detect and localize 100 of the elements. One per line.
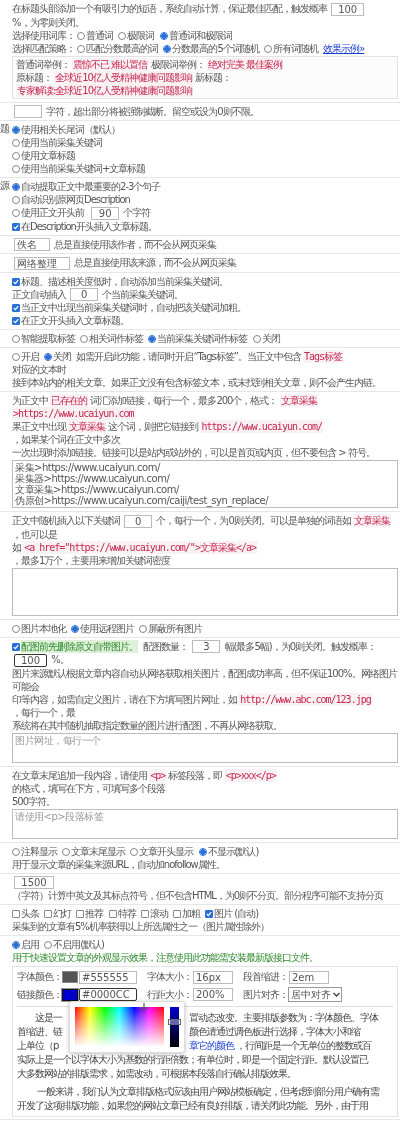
radio-button[interactable]	[12, 847, 20, 856]
radio-label[interactable]: 极限词	[127, 28, 155, 42]
radio-button[interactable]	[159, 31, 168, 40]
checkbox[interactable]	[12, 277, 20, 286]
radio-label[interactable]: 注释显示	[21, 844, 57, 858]
checkbox-label[interactable]: 头条	[21, 907, 39, 920]
radio-label[interactable]: 使用正文开头前	[21, 206, 84, 219]
radio-label[interactable]: 屏蔽所有图片	[148, 621, 203, 635]
text-field[interactable]: 100	[14, 653, 47, 667]
radio-label[interactable]: 所有词随机	[272, 41, 318, 55]
example-link[interactable]: 章它的颜色	[189, 1039, 234, 1053]
radio-label[interactable]: 分数最高的5个词随机	[172, 41, 259, 55]
radio-button[interactable]	[12, 126, 20, 134]
checkbox-label[interactable]: 标题、描述相关度低时，自动添加当前采集关键词。	[21, 274, 228, 288]
checkbox-label[interactable]: 加粗	[181, 907, 200, 920]
checkbox-label[interactable]: 特荐	[117, 907, 136, 920]
checkbox[interactable]	[205, 910, 214, 918]
radio-label[interactable]: 关闭	[261, 332, 280, 345]
color-swatch[interactable]	[62, 988, 78, 1001]
radio-button[interactable]	[80, 335, 89, 343]
text-area[interactable]	[12, 567, 398, 616]
radio-button[interactable]	[12, 941, 20, 949]
radio-label[interactable]: 不显示(默认)	[207, 844, 259, 858]
text-area[interactable]: 请使用<p>段落标签	[12, 808, 398, 839]
radio-button[interactable]	[12, 183, 20, 191]
text-field[interactable]: 佚名	[14, 238, 50, 251]
checkbox-label[interactable]: 滚动	[149, 907, 168, 920]
checkbox[interactable]	[140, 910, 149, 918]
text-field[interactable]: 0	[70, 288, 99, 301]
radio-label[interactable]: 不启用(默认)	[53, 938, 104, 951]
radio-label[interactable]: 关闭	[53, 350, 72, 363]
radio-label[interactable]: 智能提取标签	[21, 332, 75, 345]
text-field[interactable]: 90	[91, 206, 120, 220]
text-field[interactable]	[14, 105, 42, 118]
radio-label[interactable]: 匹配分数最高的词	[86, 41, 159, 55]
checkbox-label[interactable]: 幻灯	[53, 907, 72, 920]
radio-label[interactable]: 使用文章标题	[21, 149, 75, 162]
checkbox[interactable]	[172, 910, 181, 918]
checkbox[interactable]	[108, 910, 117, 918]
radio-label[interactable]: 文章开头显示	[139, 844, 194, 858]
radio-button[interactable]	[77, 44, 86, 53]
checkbox[interactable]	[12, 910, 20, 918]
text-field[interactable]: 网络整理	[14, 256, 70, 270]
checkbox[interactable]	[12, 304, 20, 312]
radio-button[interactable]	[77, 31, 86, 40]
checkbox[interactable]	[12, 642, 20, 651]
text-field[interactable]: 2em	[289, 970, 329, 984]
slider-handle[interactable]	[168, 1019, 181, 1025]
radio-button[interactable]	[252, 335, 261, 343]
text-field[interactable]: 1500	[14, 876, 54, 889]
checkbox-label[interactable]: 在Description开头插入文章标题。	[21, 219, 157, 233]
radio-label[interactable]: 使用当前采集关键词+文章标题	[21, 162, 146, 175]
radio-label[interactable]: 普通词	[86, 28, 114, 42]
radio-button[interactable]	[118, 31, 127, 40]
text-field[interactable]: 0	[124, 514, 153, 528]
text-field[interactable]: 16px	[193, 970, 233, 984]
example-link[interactable]: 效果示例»	[323, 41, 365, 55]
radio-label[interactable]: 文章末尾显示	[71, 844, 126, 858]
radio-label[interactable]: 使用远程图片	[80, 621, 135, 635]
radio-button[interactable]	[62, 847, 71, 856]
text-field[interactable]: 3	[192, 640, 221, 653]
text-field[interactable]: #555555	[79, 970, 137, 984]
text-area[interactable]: 图片网址，每行一个	[12, 732, 398, 763]
radio-button[interactable]	[130, 847, 139, 856]
checkbox[interactable]	[12, 317, 20, 325]
checkbox-label[interactable]: 推荐	[85, 907, 104, 920]
checkbox-label[interactable]: 在正文开头插入文章标题。	[21, 314, 129, 327]
radio-button[interactable]	[12, 165, 20, 173]
checkbox[interactable]	[12, 222, 20, 231]
radio-button[interactable]	[163, 44, 172, 53]
radio-label[interactable]: 使用当前采集关键词	[21, 136, 102, 149]
checkbox[interactable]	[44, 910, 53, 918]
radio-button[interactable]	[263, 44, 272, 53]
color-picker[interactable]	[69, 1001, 185, 1053]
radio-label[interactable]: 普通词和极限词	[168, 28, 232, 42]
radio-button[interactable]	[198, 847, 207, 856]
radio-label[interactable]: 自动识别原网页Description	[21, 193, 130, 206]
radio-button[interactable]	[12, 152, 20, 160]
radio-button[interactable]	[44, 353, 53, 361]
text-field[interactable]: 100	[331, 2, 365, 16]
color-swatch[interactable]	[62, 971, 78, 983]
radio-button[interactable]	[44, 941, 53, 949]
checkbox-label[interactable]: 当正文中出现当前采集关键词时，自动把该关键词加粗。	[21, 301, 246, 314]
radio-label[interactable]: 当前采集关键词作标签	[157, 332, 248, 345]
align-select[interactable]: 居中对齐	[288, 987, 342, 1002]
radio-label[interactable]: 使用相关长尾词（默认）	[21, 123, 120, 136]
text-field[interactable]: #0000CC	[79, 988, 137, 1001]
radio-label[interactable]: 启用	[21, 938, 39, 951]
checkbox-label[interactable]: 配图前先删除原文自带图片。	[21, 639, 138, 653]
radio-label[interactable]: 相关词作标签	[89, 332, 144, 345]
radio-label[interactable]: 图片本地化	[21, 621, 66, 635]
radio-button[interactable]	[12, 196, 20, 204]
checkbox[interactable]	[76, 910, 85, 918]
radio-button[interactable]	[12, 353, 20, 361]
radio-button[interactable]	[12, 335, 20, 343]
radio-button[interactable]	[12, 209, 20, 217]
radio-button[interactable]	[71, 624, 80, 633]
radio-button[interactable]	[148, 335, 157, 343]
radio-label[interactable]: 自动提取正文中最重要的2-3个句子	[21, 180, 161, 193]
text-field[interactable]: 200%	[193, 988, 233, 1001]
